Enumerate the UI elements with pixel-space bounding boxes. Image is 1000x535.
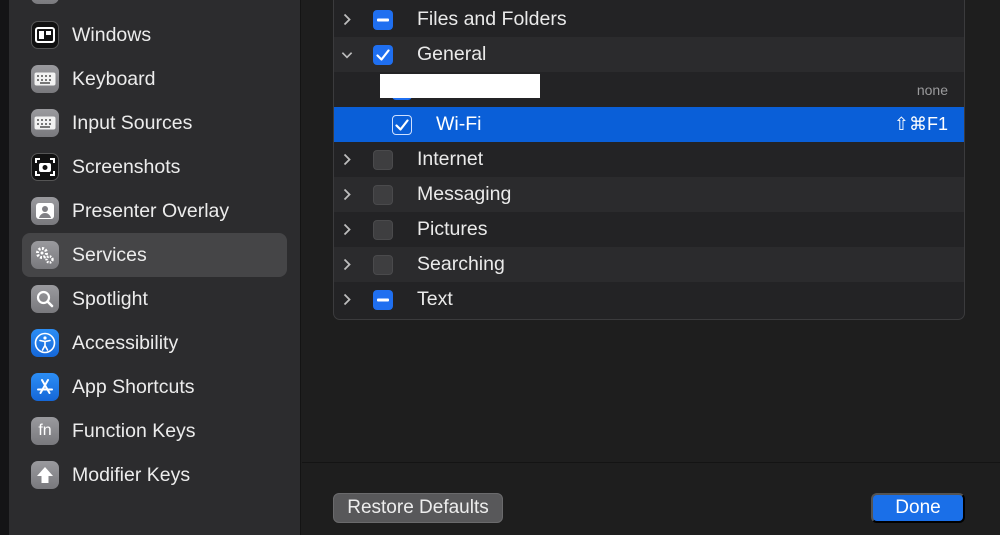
sidebar-item-screenshots[interactable]: Screenshots — [22, 145, 287, 189]
chevron-right-icon[interactable] — [341, 223, 353, 237]
service-group-text[interactable]: Text — [334, 282, 964, 317]
service-group-label: Text — [417, 288, 453, 310]
up-arrow-icon — [31, 461, 59, 489]
checkbox-unchecked[interactable] — [373, 184, 393, 205]
accessibility-icon — [31, 329, 59, 357]
service-item-redacted[interactable]: none — [334, 72, 964, 107]
checkbox-unchecked[interactable] — [373, 254, 393, 275]
window-edge — [0, 0, 9, 535]
service-group-label: Messaging — [417, 183, 512, 205]
sidebar-item-label: Accessibility — [72, 331, 179, 354]
shortcut-text[interactable]: none — [917, 82, 948, 98]
footer-divider — [302, 462, 1000, 463]
sidebar-item-modifier-keys[interactable]: Modifier Keys — [22, 453, 287, 497]
shortcut-text[interactable]: ⇧⌘F1 — [894, 114, 948, 135]
services-pane: Files and Folders General none Wi-Fi ⇧⌘F… — [302, 0, 1000, 535]
fn-icon: fn — [31, 417, 59, 445]
chevron-right-icon[interactable] — [341, 13, 353, 27]
chevron-right-icon[interactable] — [341, 188, 353, 202]
service-group-label: Files and Folders — [417, 8, 567, 30]
services-list: Files and Folders General none Wi-Fi ⇧⌘F… — [333, 0, 965, 320]
sidebar-item-presenter-overlay[interactable]: Presenter Overlay — [22, 189, 287, 233]
sidebar-item-services[interactable]: Services — [22, 233, 287, 277]
restore-defaults-button[interactable]: Restore Defaults — [333, 493, 503, 523]
sidebar-item-label: Modifier Keys — [72, 463, 191, 486]
sidebar-item-label: Windows — [72, 23, 152, 46]
sidebar-item-label: Screenshots — [72, 155, 181, 178]
checkbox-unchecked[interactable] — [373, 149, 393, 170]
service-group-messaging[interactable]: Messaging — [334, 177, 964, 212]
service-group-label: Searching — [417, 253, 505, 275]
chevron-right-icon[interactable] — [341, 258, 353, 272]
camera-icon — [31, 153, 59, 181]
sidebar-item-keyboard[interactable]: Keyboard — [22, 57, 287, 101]
service-group-label: General — [417, 43, 487, 65]
sidebar-item-label: Spotlight — [72, 287, 148, 310]
partial-icon — [31, 0, 59, 4]
sidebar: Windows Keyboard Input Sources Screensho… — [9, 0, 301, 535]
checkbox-mixed[interactable] — [373, 9, 393, 30]
checkbox-checked[interactable] — [392, 114, 412, 135]
sidebar-item-label: Presenter Overlay — [72, 199, 230, 222]
app-store-icon — [31, 373, 59, 401]
windows-icon — [31, 21, 59, 49]
chevron-right-icon[interactable] — [341, 153, 353, 167]
service-group-label: Internet — [417, 148, 484, 170]
input-sources-icon — [31, 109, 59, 137]
chevron-right-icon[interactable] — [341, 293, 353, 307]
done-button[interactable]: Done — [871, 493, 965, 523]
service-group-searching[interactable]: Searching — [334, 247, 964, 282]
service-group-general[interactable]: General — [334, 37, 964, 72]
person-icon — [31, 197, 59, 225]
checkbox-checked[interactable] — [373, 44, 393, 65]
gears-icon — [31, 241, 59, 269]
fn-glyph: fn — [38, 422, 52, 439]
sidebar-item-input-sources[interactable]: Input Sources — [22, 101, 287, 145]
sidebar-item-windows[interactable]: Windows — [22, 13, 287, 57]
sidebar-item-function-keys[interactable]: fn Function Keys — [22, 409, 287, 453]
sidebar-item-label: Keyboard — [72, 67, 156, 90]
checkbox-unchecked[interactable] — [373, 219, 393, 240]
sidebar-item-label: Function Keys — [72, 419, 196, 442]
magnifier-icon — [31, 285, 59, 313]
redacted-label — [380, 74, 540, 98]
service-group-pictures[interactable]: Pictures — [334, 212, 964, 247]
service-group-files-and-folders[interactable]: Files and Folders — [334, 2, 964, 37]
sidebar-item-app-shortcuts[interactable]: App Shortcuts — [22, 365, 287, 409]
sidebar-item-label: Input Sources — [72, 111, 193, 134]
service-group-internet[interactable]: Internet — [334, 142, 964, 177]
service-item-wifi[interactable]: Wi-Fi ⇧⌘F1 — [334, 107, 964, 142]
sidebar-item-label: App Shortcuts — [72, 375, 195, 398]
sidebar-item-accessibility[interactable]: Accessibility — [22, 321, 287, 365]
checkbox-mixed[interactable] — [373, 289, 393, 310]
service-group-label: Pictures — [417, 218, 488, 240]
keyboard-icon — [31, 65, 59, 93]
chevron-down-icon[interactable] — [341, 48, 353, 62]
service-item-label: Wi-Fi — [436, 113, 482, 135]
sidebar-item-spotlight[interactable]: Spotlight — [22, 277, 287, 321]
sidebar-item-label: Services — [72, 243, 147, 266]
